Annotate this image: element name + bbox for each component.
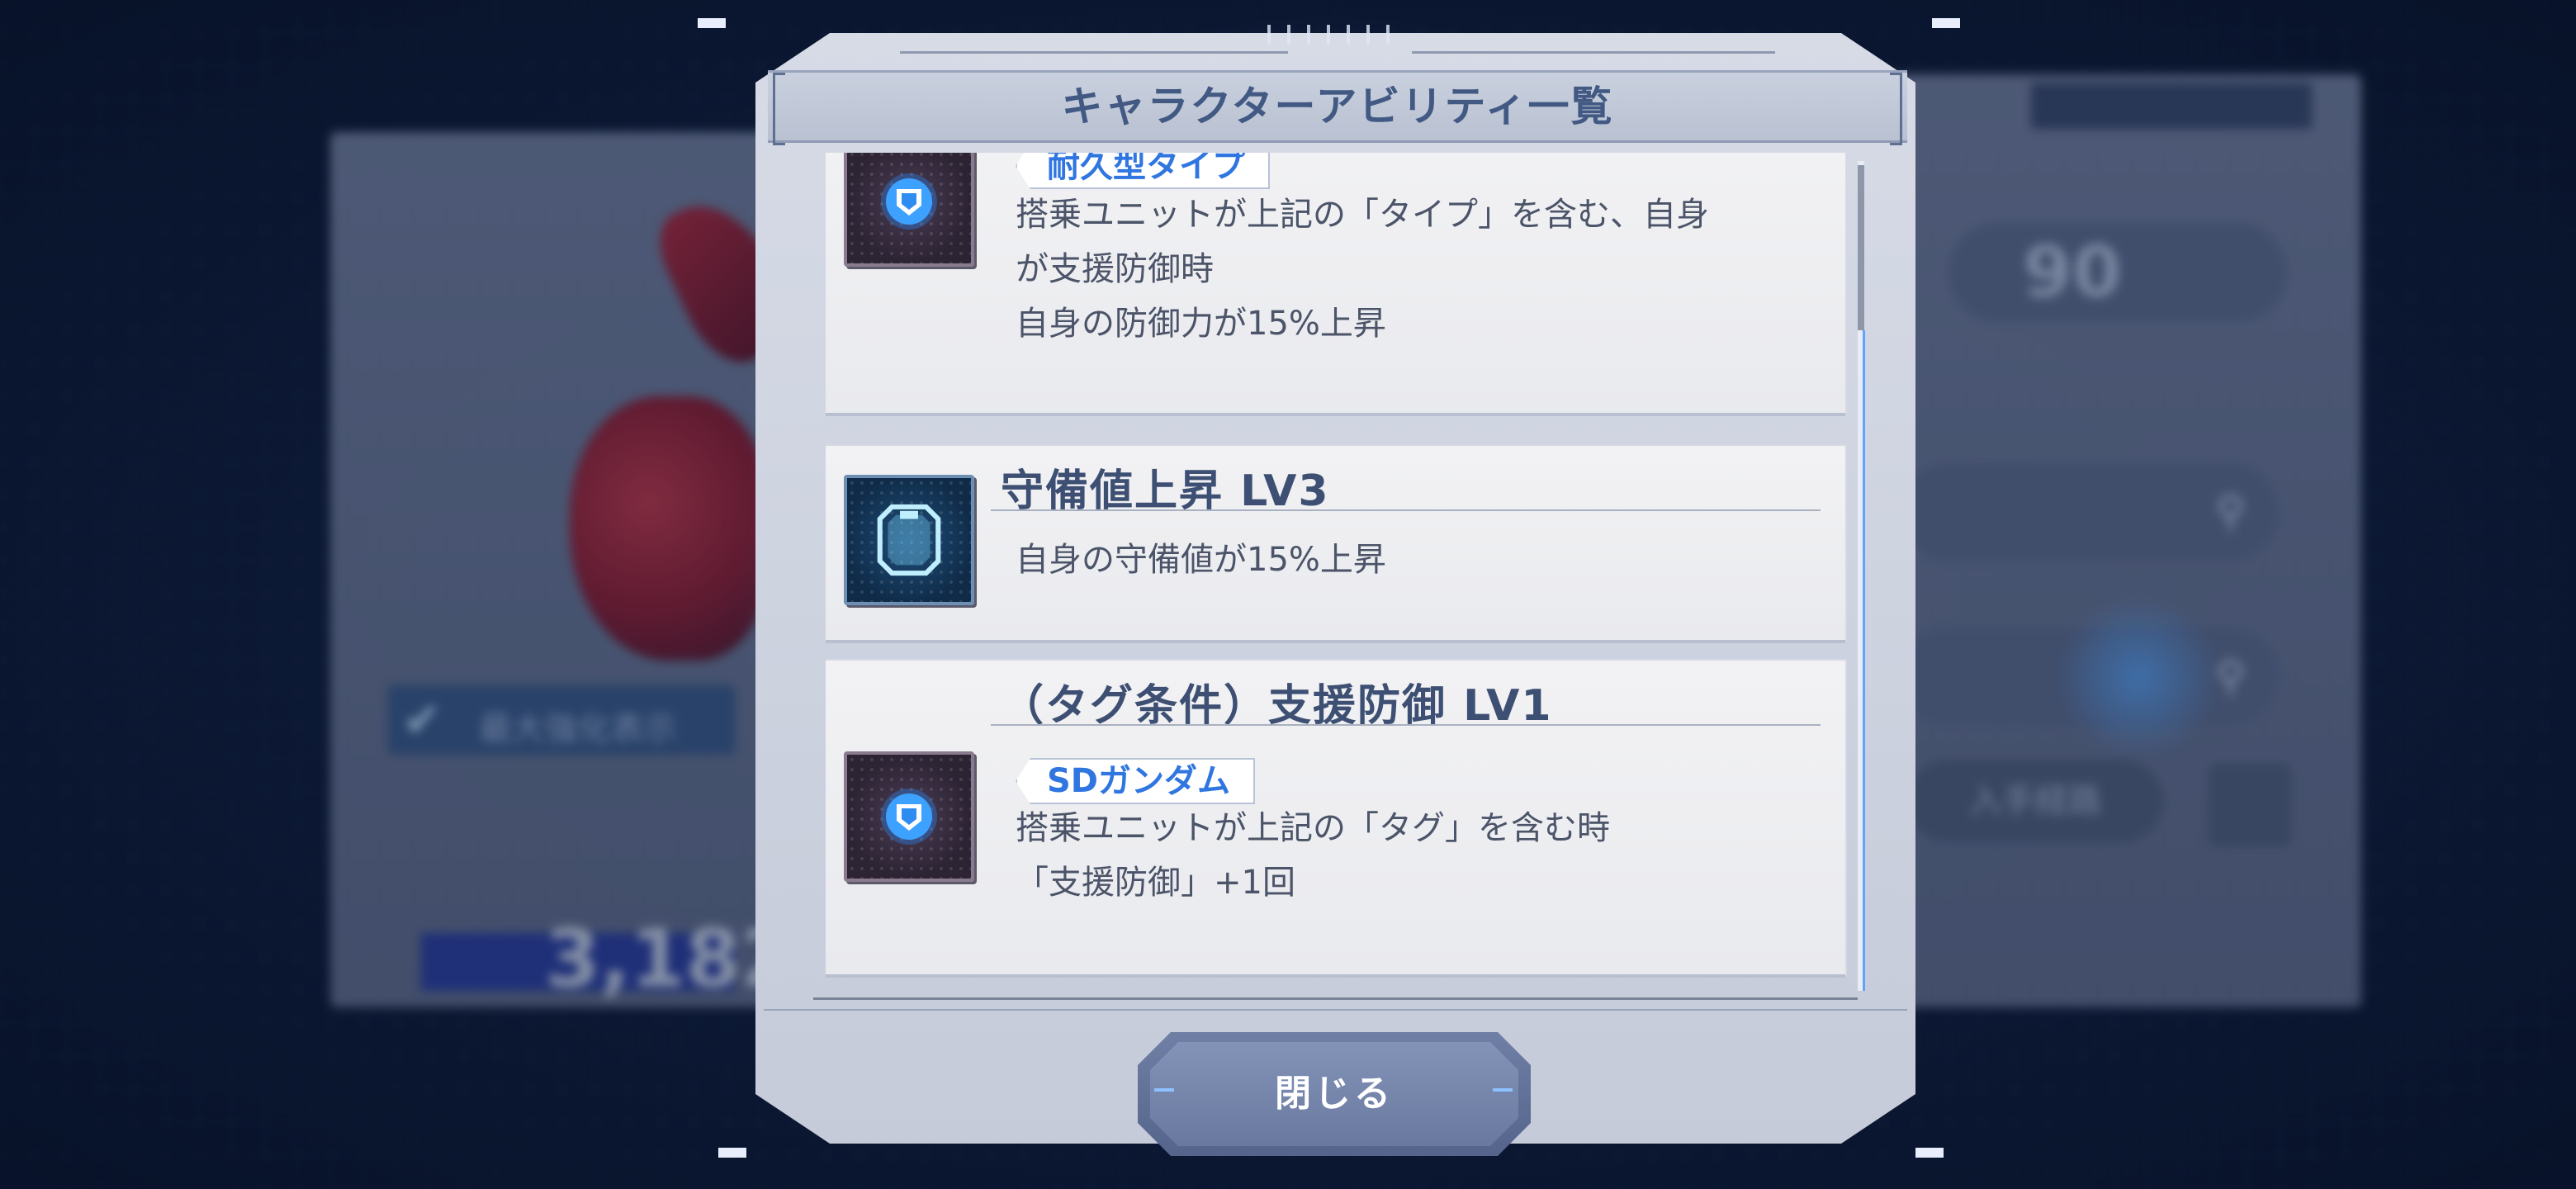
defense-icon [877,504,941,576]
defense-plate-icon [844,475,974,605]
ability-description-line: 自身の守備値が15%上昇 [1016,541,1386,579]
frame-line [900,51,1288,54]
dialog-title: キャラクターアビリティ一覧 [1061,83,1614,130]
support-shield-icon [844,751,974,882]
scrollbar-accent [1863,330,1865,991]
ability-card: （タグ条件）支援防御 LV1 SDガンダム 搭乗ユニットが上記の「タグ」を含む時… [826,661,1845,974]
close-button-label[interactable]: 閉じる [1150,1042,1518,1146]
title-underline [991,509,1821,511]
ability-description-line: 搭乗ユニットが上記の「タグ」を含む時 [1016,809,1610,847]
dialog-header: キャラクターアビリティ一覧 [768,70,1907,145]
frame-corner [1915,1148,1944,1158]
ability-description-line: が支援防御時 [1016,250,1214,288]
tag-label: SDガンダム [1016,758,1256,804]
list-bottom-rule [813,997,1858,1000]
header-bracket-right [1890,73,1902,145]
frame-line [1412,51,1775,54]
frame-corner [1932,18,1960,28]
scrollbar-thumb[interactable] [1858,165,1864,330]
support-shield-icon [844,153,974,267]
ability-card: 守備値上昇 LV3 自身の守備値が15%上昇 [826,446,1845,640]
ability-description-line: 搭乗ユニットが上記の「タイプ」を含む、自身 [1016,196,1709,234]
shield-icon [881,173,937,230]
type-tag: 耐久型タイプ [1016,153,1270,189]
dialog-footer-rule [764,1009,1907,1011]
frame-corner [698,18,726,28]
title-underline [991,724,1821,726]
ability-description-line: 「支援防御」+1回 [1016,864,1295,902]
ability-title: 守備値上昇 LV3 [1001,467,1330,516]
frame-corner [718,1148,746,1158]
ability-list[interactable]: 耐久型タイプ 搭乗ユニットが上記の「タイプ」を含む、自身 が支援防御時 自身の防… [826,153,1849,991]
frame-tick-marks [1267,25,1399,45]
ability-description-line: 自身の防御力が15%上昇 [1016,305,1386,343]
ability-card: 耐久型タイプ 搭乗ユニットが上記の「タイプ」を含む、自身 が支援防御時 自身の防… [826,153,1845,413]
shield-icon [881,789,937,845]
ability-title: （タグ条件）支援防御 LV1 [1001,681,1553,731]
